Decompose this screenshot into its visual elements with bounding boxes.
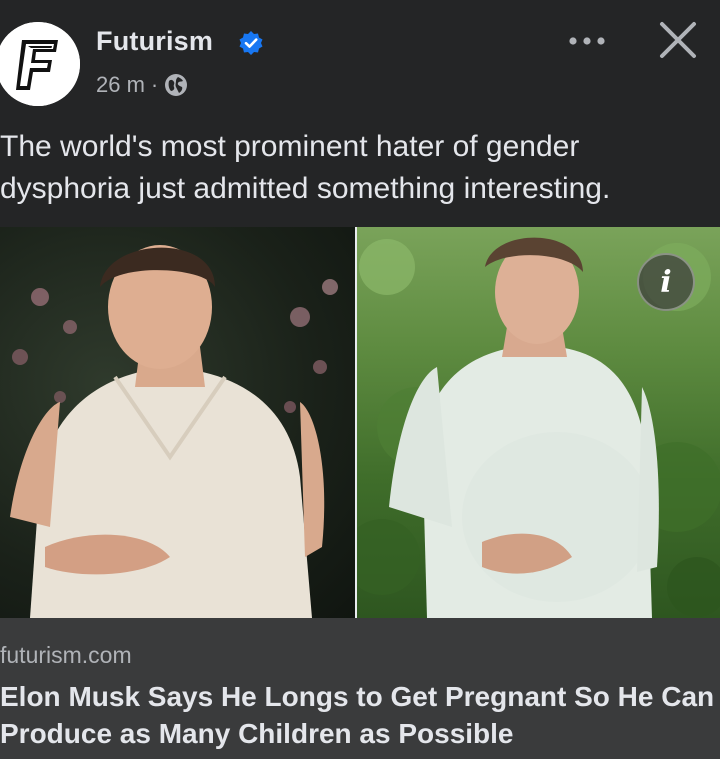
meta-separator: · <box>150 72 159 97</box>
post-timestamp[interactable]: 26 m <box>96 72 145 98</box>
close-icon[interactable] <box>654 16 702 64</box>
info-icon[interactable]: i <box>637 253 695 311</box>
page-avatar[interactable] <box>0 22 80 106</box>
page-name[interactable]: Futurism <box>96 26 213 57</box>
post-meta: 26 m · <box>96 70 188 100</box>
feed-post: Futurism 26 m · The world's most promine… <box>0 0 720 759</box>
photo-left-illustration <box>10 245 338 618</box>
more-options-icon[interactable] <box>562 24 612 58</box>
link-headline[interactable]: Elon Musk Says He Longs to Get Pregnant … <box>0 678 716 752</box>
link-domain: futurism.com <box>0 642 132 668</box>
post-image[interactable]: i <box>0 227 720 618</box>
verified-badge-icon <box>239 31 263 55</box>
futurism-logo-icon <box>0 22 80 106</box>
image-panel-left <box>0 227 355 618</box>
post-caption: The world's most prominent hater of gend… <box>0 130 611 205</box>
globe-icon[interactable] <box>164 73 188 97</box>
link-preview-card[interactable]: futurism.com Elon Musk Says He Longs to … <box>0 618 720 759</box>
post-header: Futurism 26 m · <box>0 0 720 120</box>
